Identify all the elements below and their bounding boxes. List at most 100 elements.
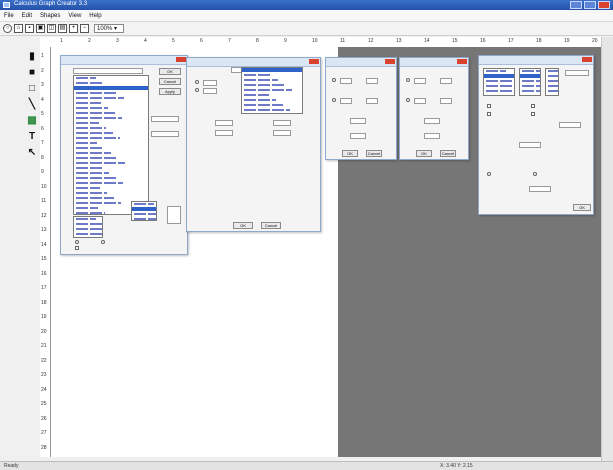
axis-y-radio[interactable] bbox=[195, 88, 199, 92]
tick-field[interactable] bbox=[273, 120, 291, 126]
line-dashed-radio[interactable] bbox=[406, 98, 410, 102]
max-field[interactable] bbox=[203, 88, 217, 94]
cancel-button[interactable]: Cancel bbox=[159, 78, 181, 85]
fill-tool[interactable]: ■ bbox=[26, 67, 38, 79]
shade-area-checkbox[interactable] bbox=[531, 104, 535, 108]
order-list[interactable] bbox=[545, 68, 559, 96]
ok-button[interactable]: OK bbox=[573, 204, 591, 211]
ruler-tick-label: 20 bbox=[592, 38, 598, 44]
menu-help[interactable]: Help bbox=[85, 13, 105, 19]
list-item[interactable] bbox=[242, 113, 302, 114]
expression-field[interactable] bbox=[565, 70, 589, 76]
font-name-field[interactable] bbox=[73, 68, 143, 74]
ruler-tick-label: 15 bbox=[41, 256, 47, 262]
show-integral-checkbox[interactable] bbox=[487, 112, 491, 116]
interval-field[interactable] bbox=[215, 120, 233, 126]
print-icon[interactable]: ▣ bbox=[36, 24, 45, 33]
min-field[interactable] bbox=[203, 80, 217, 86]
dialog-close-button[interactable] bbox=[385, 59, 395, 64]
opacity-field[interactable] bbox=[424, 118, 440, 124]
line-dash-field[interactable] bbox=[440, 78, 452, 84]
grid-major-radio[interactable] bbox=[332, 78, 336, 82]
samples-field[interactable] bbox=[529, 186, 551, 192]
dialog-close-button[interactable] bbox=[176, 57, 186, 62]
zoom-select[interactable]: 100% ▾ bbox=[94, 24, 124, 33]
font-list[interactable] bbox=[73, 75, 149, 215]
alignment-left-radio[interactable] bbox=[75, 240, 79, 244]
gap-length-field[interactable] bbox=[440, 98, 452, 104]
major-spacing-field[interactable] bbox=[340, 78, 352, 84]
close-button[interactable] bbox=[598, 1, 610, 9]
menu-file[interactable]: File bbox=[0, 13, 18, 19]
mode-b-radio[interactable] bbox=[533, 172, 537, 176]
label-field[interactable] bbox=[215, 130, 233, 136]
color-field[interactable] bbox=[350, 133, 366, 139]
font-size-list[interactable] bbox=[73, 216, 103, 238]
list-item[interactable] bbox=[132, 217, 156, 220]
dialog-close-button[interactable] bbox=[309, 59, 319, 64]
list-item[interactable] bbox=[484, 94, 514, 95]
cancel-button[interactable]: Cancel bbox=[261, 222, 281, 229]
axis-x-radio[interactable] bbox=[195, 80, 199, 84]
minor-width-field[interactable] bbox=[366, 98, 378, 104]
copy-icon[interactable]: ◫ bbox=[47, 24, 56, 33]
menu-view[interactable]: View bbox=[64, 13, 85, 19]
line-color-field[interactable] bbox=[424, 133, 440, 139]
dialog-close-button[interactable] bbox=[582, 57, 592, 62]
major-width-field[interactable] bbox=[366, 78, 378, 84]
ruler-tick-label: 5 bbox=[41, 111, 44, 117]
ruler-tick-label: 3 bbox=[41, 82, 44, 88]
image-tool[interactable]: ▩ bbox=[26, 115, 38, 127]
maximize-button[interactable] bbox=[584, 1, 596, 9]
line-width-field[interactable] bbox=[414, 78, 426, 84]
cancel-button[interactable]: Cancel bbox=[440, 150, 456, 157]
ok-button[interactable]: OK bbox=[233, 222, 253, 229]
show-points-checkbox[interactable] bbox=[531, 112, 535, 116]
zoom-out-icon[interactable]: − bbox=[80, 24, 89, 33]
ok-button[interactable]: OK bbox=[342, 150, 358, 157]
zoom-in-icon[interactable]: + bbox=[69, 24, 78, 33]
apply-button[interactable]: Apply bbox=[159, 88, 181, 95]
line-style-tool[interactable]: ▮ bbox=[26, 51, 38, 63]
ruler-tick-label: 26 bbox=[41, 415, 47, 422]
app-icon bbox=[3, 2, 10, 8]
list-item[interactable] bbox=[546, 94, 558, 95]
color-field[interactable] bbox=[151, 131, 179, 137]
new-icon[interactable]: ○ bbox=[3, 24, 12, 33]
grid-minor-radio[interactable] bbox=[332, 98, 336, 102]
variable-list[interactable] bbox=[519, 68, 541, 96]
pointer-tool[interactable]: ↖ bbox=[26, 147, 38, 159]
cancel-button[interactable]: Cancel bbox=[366, 150, 382, 157]
open-icon[interactable]: ⌂ bbox=[14, 24, 23, 33]
thickness-field[interactable] bbox=[350, 118, 366, 124]
step-field[interactable] bbox=[559, 122, 581, 128]
line-tool[interactable]: ╲ bbox=[26, 99, 38, 111]
alignment-center-radio[interactable] bbox=[101, 240, 105, 244]
underline-checkbox[interactable] bbox=[75, 246, 79, 250]
size-field[interactable] bbox=[151, 116, 179, 122]
paste-icon[interactable]: ▤ bbox=[58, 24, 67, 33]
text-tool[interactable]: T bbox=[26, 131, 38, 143]
menu-shapes[interactable]: Shapes bbox=[36, 13, 64, 19]
font-style-list[interactable] bbox=[131, 201, 157, 221]
range-from-field[interactable] bbox=[519, 142, 541, 148]
save-icon[interactable]: ▪ bbox=[25, 24, 34, 33]
font-field[interactable] bbox=[273, 130, 291, 136]
dialog-close-button[interactable] bbox=[457, 59, 467, 64]
function-list[interactable] bbox=[483, 68, 515, 96]
axis-options-list[interactable] bbox=[241, 67, 303, 114]
line-solid-radio[interactable] bbox=[406, 78, 410, 82]
ruler-tick-label: 19 bbox=[41, 314, 47, 320]
minimize-button[interactable] bbox=[570, 1, 582, 9]
ok-button[interactable]: OK bbox=[416, 150, 432, 157]
rectangle-tool[interactable]: □ bbox=[26, 83, 38, 95]
show-derivative-checkbox[interactable] bbox=[487, 104, 491, 108]
dash-length-field[interactable] bbox=[414, 98, 426, 104]
list-item[interactable] bbox=[74, 237, 102, 238]
vertical-scrollbar[interactable] bbox=[601, 37, 613, 461]
mode-a-radio[interactable] bbox=[487, 172, 491, 176]
list-item[interactable] bbox=[520, 94, 540, 95]
ok-button[interactable]: OK bbox=[159, 68, 181, 75]
menu-edit[interactable]: Edit bbox=[18, 13, 36, 19]
minor-spacing-field[interactable] bbox=[340, 98, 352, 104]
